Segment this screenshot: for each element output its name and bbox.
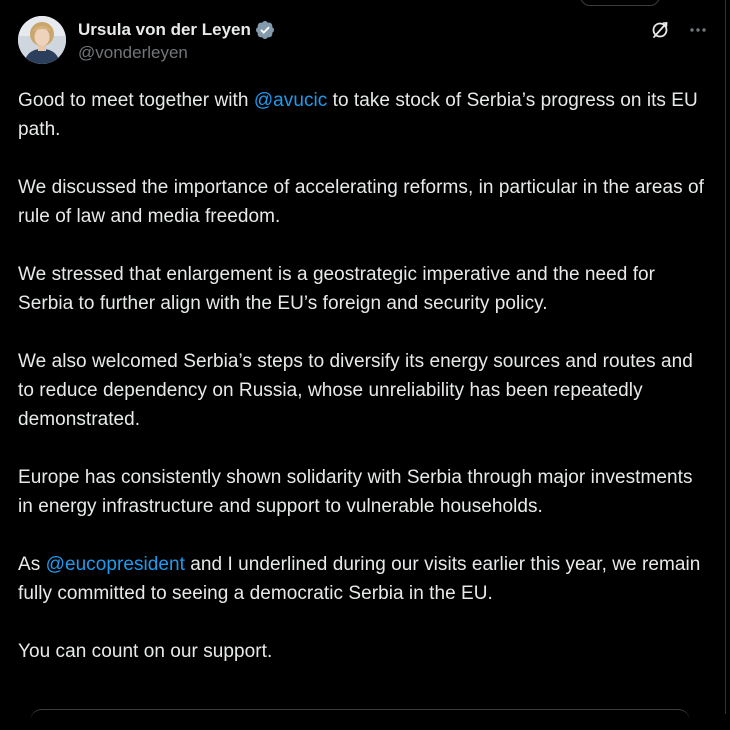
paragraph-1-text-start: Good to meet together with [18, 90, 254, 111]
name-row: Ursula von der Leyen [78, 19, 275, 41]
paragraph-1: Good to meet together with @avucic to ta… [18, 86, 712, 144]
paragraph-7: You can count on our support. [18, 641, 273, 662]
paragraph-6-text-start: As [18, 554, 46, 575]
mention-avucic[interactable]: @avucic [254, 90, 328, 111]
paragraph-4: We also welcomed Serbia’s steps to diver… [18, 351, 693, 430]
paragraph-5: Europe has consistently shown solidarity… [18, 467, 693, 517]
grok-icon[interactable] [649, 19, 671, 41]
paragraph-3: We stressed that enlargement is a geostr… [18, 264, 656, 314]
paragraph-6: As @eucopresident and I underlined durin… [18, 550, 712, 608]
avatar[interactable] [18, 16, 66, 64]
header-actions [649, 16, 709, 41]
author-handle[interactable]: @vonderleyen [78, 42, 275, 64]
post-container: Ursula von der Leyen @vonderleyen Good t… [0, 0, 726, 714]
media-card-edge[interactable] [30, 709, 690, 730]
avatar-image [18, 16, 66, 64]
mention-eucopresident[interactable]: @eucopresident [46, 554, 185, 575]
top-edge-button[interactable] [580, 0, 660, 6]
paragraph-2: We discussed the importance of accelerat… [18, 177, 704, 227]
more-options-icon[interactable] [687, 19, 709, 41]
display-name[interactable]: Ursula von der Leyen [78, 19, 251, 41]
verified-badge-icon[interactable] [255, 20, 275, 40]
post-text: Good to meet together with @avucic to ta… [18, 86, 712, 666]
author-names: Ursula von der Leyen @vonderleyen [78, 16, 275, 64]
post-header: Ursula von der Leyen @vonderleyen [18, 16, 709, 68]
